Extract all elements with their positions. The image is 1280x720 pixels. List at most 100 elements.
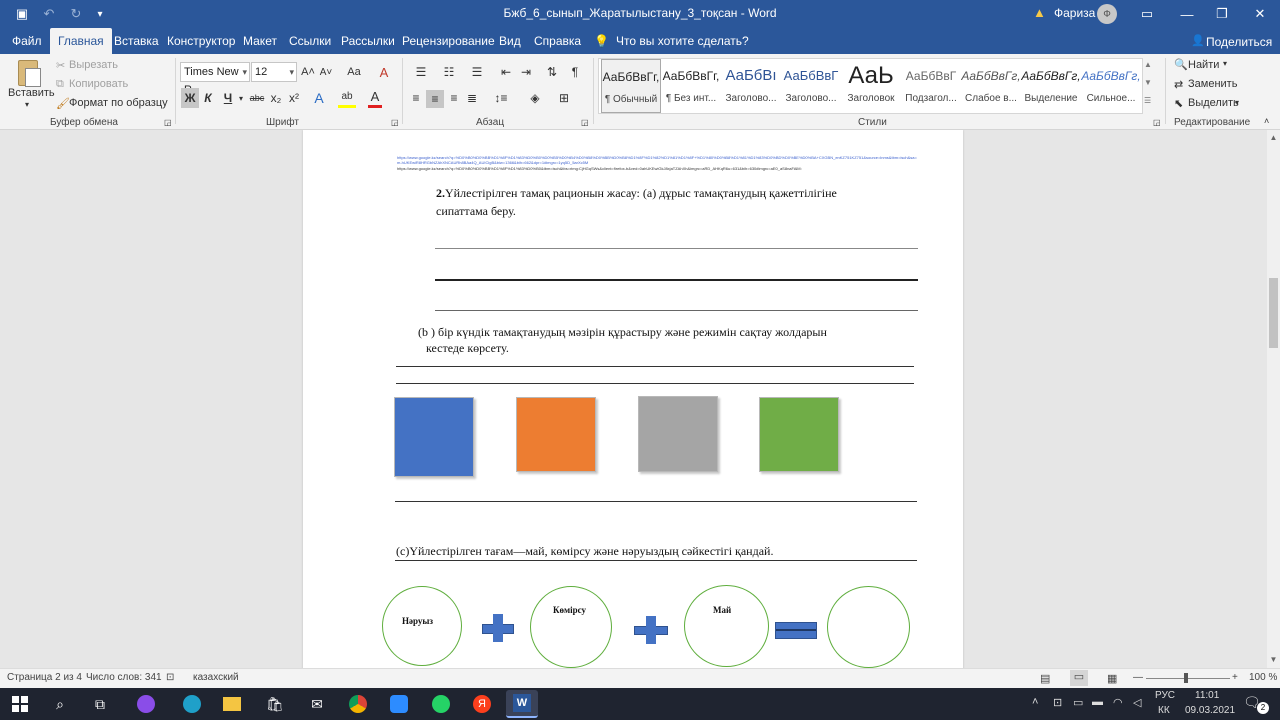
clipboard-launcher-icon[interactable]: ◲ <box>164 118 172 127</box>
file-explorer-icon[interactable] <box>220 692 244 716</box>
tab-mailings[interactable]: Рассылки <box>333 28 403 54</box>
close-icon[interactable]: ✕ <box>1237 0 1280 28</box>
alice-icon[interactable] <box>134 692 158 716</box>
page-count[interactable]: Страница 2 из 4 <box>7 672 82 683</box>
change-case-icon[interactable]: Aa <box>342 64 366 80</box>
yandex-icon[interactable]: Я <box>470 692 494 716</box>
grow-font-icon[interactable]: A˄ <box>300 64 316 80</box>
web-layout-icon[interactable]: ▦ <box>1107 672 1117 685</box>
underline-dropdown-icon[interactable]: ▾ <box>236 88 246 108</box>
align-center-icon[interactable]: ≡ <box>426 90 444 108</box>
style-heading-1[interactable]: АаБбВı Заголово... <box>721 59 781 113</box>
redo-icon[interactable]: ↻ <box>63 0 89 28</box>
share-button[interactable]: Поделиться <box>1206 28 1272 54</box>
input-language[interactable]: РУС <box>1155 690 1175 701</box>
increase-indent-icon[interactable]: ⇥ <box>518 64 534 80</box>
input-language-sub[interactable]: КК <box>1158 705 1170 716</box>
circle-carbohydrate[interactable] <box>530 586 612 668</box>
bullets-icon[interactable]: ☰ <box>410 64 432 80</box>
edge-icon[interactable] <box>180 692 204 716</box>
line-spacing-icon[interactable]: ↕≡ <box>490 90 512 106</box>
cut-button[interactable]: Вырезать <box>69 59 118 71</box>
justify-icon[interactable]: ≣ <box>464 90 480 106</box>
decrease-indent-icon[interactable]: ⇤ <box>498 64 514 80</box>
styles-launcher-icon[interactable]: ◲ <box>1153 118 1161 127</box>
align-right-icon[interactable]: ≡ <box>446 90 462 106</box>
subscript-button[interactable]: x₂ <box>268 88 284 108</box>
clear-formatting-icon[interactable]: A <box>376 64 392 80</box>
style-subtitle[interactable]: АаБбВвГ Подзагол... <box>901 59 961 113</box>
circle-result[interactable] <box>827 586 910 668</box>
borders-icon[interactable]: ⊞ <box>553 90 575 106</box>
find-button[interactable]: Найти <box>1188 59 1219 71</box>
hyperlink[interactable]: m-hUKEwiR8HRGbNZAhXNCAURh8BAa4Q_AUICigB&… <box>397 160 917 165</box>
save-icon[interactable]: ▣ <box>9 0 35 28</box>
word-taskbar-icon[interactable]: W <box>506 690 538 718</box>
show-hidden-icons[interactable]: ˄ <box>1032 696 1038 708</box>
paste-icon[interactable] <box>14 58 42 88</box>
undo-icon[interactable]: ↶ <box>36 0 62 28</box>
replace-button[interactable]: Заменить <box>1188 78 1237 90</box>
windows-start-icon[interactable] <box>8 692 32 716</box>
color-square-orange[interactable] <box>516 397 596 472</box>
font-launcher-icon[interactable]: ◲ <box>391 118 399 127</box>
superscript-button[interactable]: x² <box>286 88 302 108</box>
vertical-scrollbar[interactable]: ▲ ▼ <box>1267 130 1280 668</box>
format-painter-button[interactable]: Формат по образцу <box>69 97 168 109</box>
zoom-in-button[interactable]: + <box>1232 672 1238 683</box>
style-no-spacing[interactable]: АаБбВвГг, ¶ Без инт... <box>661 59 721 113</box>
zoom-slider[interactable] <box>1146 678 1230 679</box>
font-family-select[interactable]: Times New R <box>180 62 250 96</box>
tab-file[interactable]: Файл <box>4 28 50 54</box>
bold-button[interactable]: Ж <box>181 88 199 108</box>
chrome-icon[interactable] <box>346 692 370 716</box>
tell-me-search[interactable]: Что вы хотите сделать? <box>616 28 749 54</box>
show-marks-icon[interactable]: ¶ <box>568 64 582 80</box>
styles-more-icon[interactable]: ☰ <box>1144 96 1151 105</box>
font-color-icon[interactable]: A <box>368 88 382 108</box>
style-emphasis[interactable]: АаБбВвГг, Выделение <box>1021 59 1081 113</box>
circle-protein[interactable] <box>382 586 462 666</box>
tab-review[interactable]: Рецензирование <box>394 28 503 54</box>
task-view-icon[interactable]: ⧉ <box>88 692 112 716</box>
collapse-ribbon-icon[interactable]: ˄ <box>1264 116 1269 126</box>
proofing-icon[interactable]: ⊡ <box>166 672 174 683</box>
style-title[interactable]: АаЬ Заголовок <box>841 59 901 113</box>
color-square-blue[interactable] <box>394 397 474 477</box>
style-intense-emphasis[interactable]: АаБбВвГг, Сильное... <box>1081 59 1141 113</box>
circle-fat[interactable] <box>684 585 769 667</box>
select-dropdown-icon[interactable]: ▾ <box>1235 98 1239 107</box>
scroll-up-icon[interactable]: ▲ <box>1267 132 1280 144</box>
tab-view[interactable]: Вид <box>491 28 529 54</box>
shading-icon[interactable]: ◈ <box>524 90 546 106</box>
tab-insert[interactable]: Вставка <box>106 28 167 54</box>
style-heading-2[interactable]: АаБбВвГ Заголово... <box>781 59 841 113</box>
mail-icon[interactable]: ✉ <box>305 692 329 716</box>
styles-scroll-up-icon[interactable]: ▲ <box>1144 60 1152 69</box>
whatsapp-icon[interactable] <box>429 692 453 716</box>
clock-time[interactable]: 11:01 <box>1195 690 1219 701</box>
paste-button[interactable]: Вставить <box>8 87 55 99</box>
tab-design[interactable]: Конструктор <box>159 28 243 54</box>
color-square-gray[interactable] <box>638 396 718 472</box>
color-square-green[interactable] <box>759 397 839 472</box>
text-effects-icon[interactable]: A <box>311 88 327 108</box>
battery-icon[interactable]: ▬ <box>1092 696 1103 708</box>
customize-toolbar-icon[interactable]: ▾ <box>87 0 113 28</box>
font-size-select[interactable]: 12 <box>251 62 297 82</box>
paste-dropdown-icon[interactable]: ▾ <box>25 100 29 109</box>
zoom-out-button[interactable]: — <box>1133 672 1143 683</box>
volume-icon[interactable]: ◁ <box>1133 696 1141 709</box>
tray-icon[interactable]: ▭ <box>1073 696 1083 709</box>
align-left-icon[interactable]: ≡ <box>408 90 424 106</box>
clock-date[interactable]: 09.03.2021 <box>1185 705 1235 716</box>
tab-references[interactable]: Ссылки <box>281 28 339 54</box>
warning-icon[interactable]: ▲ <box>1033 5 1046 20</box>
zoom-slider-thumb[interactable] <box>1184 673 1188 683</box>
document-page[interactable]: https://www.google.kz/search?q=%D0%B0%D0… <box>303 130 963 668</box>
zoom-level[interactable]: 100 % <box>1249 672 1277 683</box>
styles-scroll-down-icon[interactable]: ▼ <box>1144 78 1152 87</box>
scroll-down-icon[interactable]: ▼ <box>1267 654 1280 666</box>
style-normal[interactable]: АаБбВвГг, ¶ Обычный <box>601 59 661 113</box>
style-subtle-emphasis[interactable]: АаБбВвГг, Слабое в... <box>961 59 1021 113</box>
